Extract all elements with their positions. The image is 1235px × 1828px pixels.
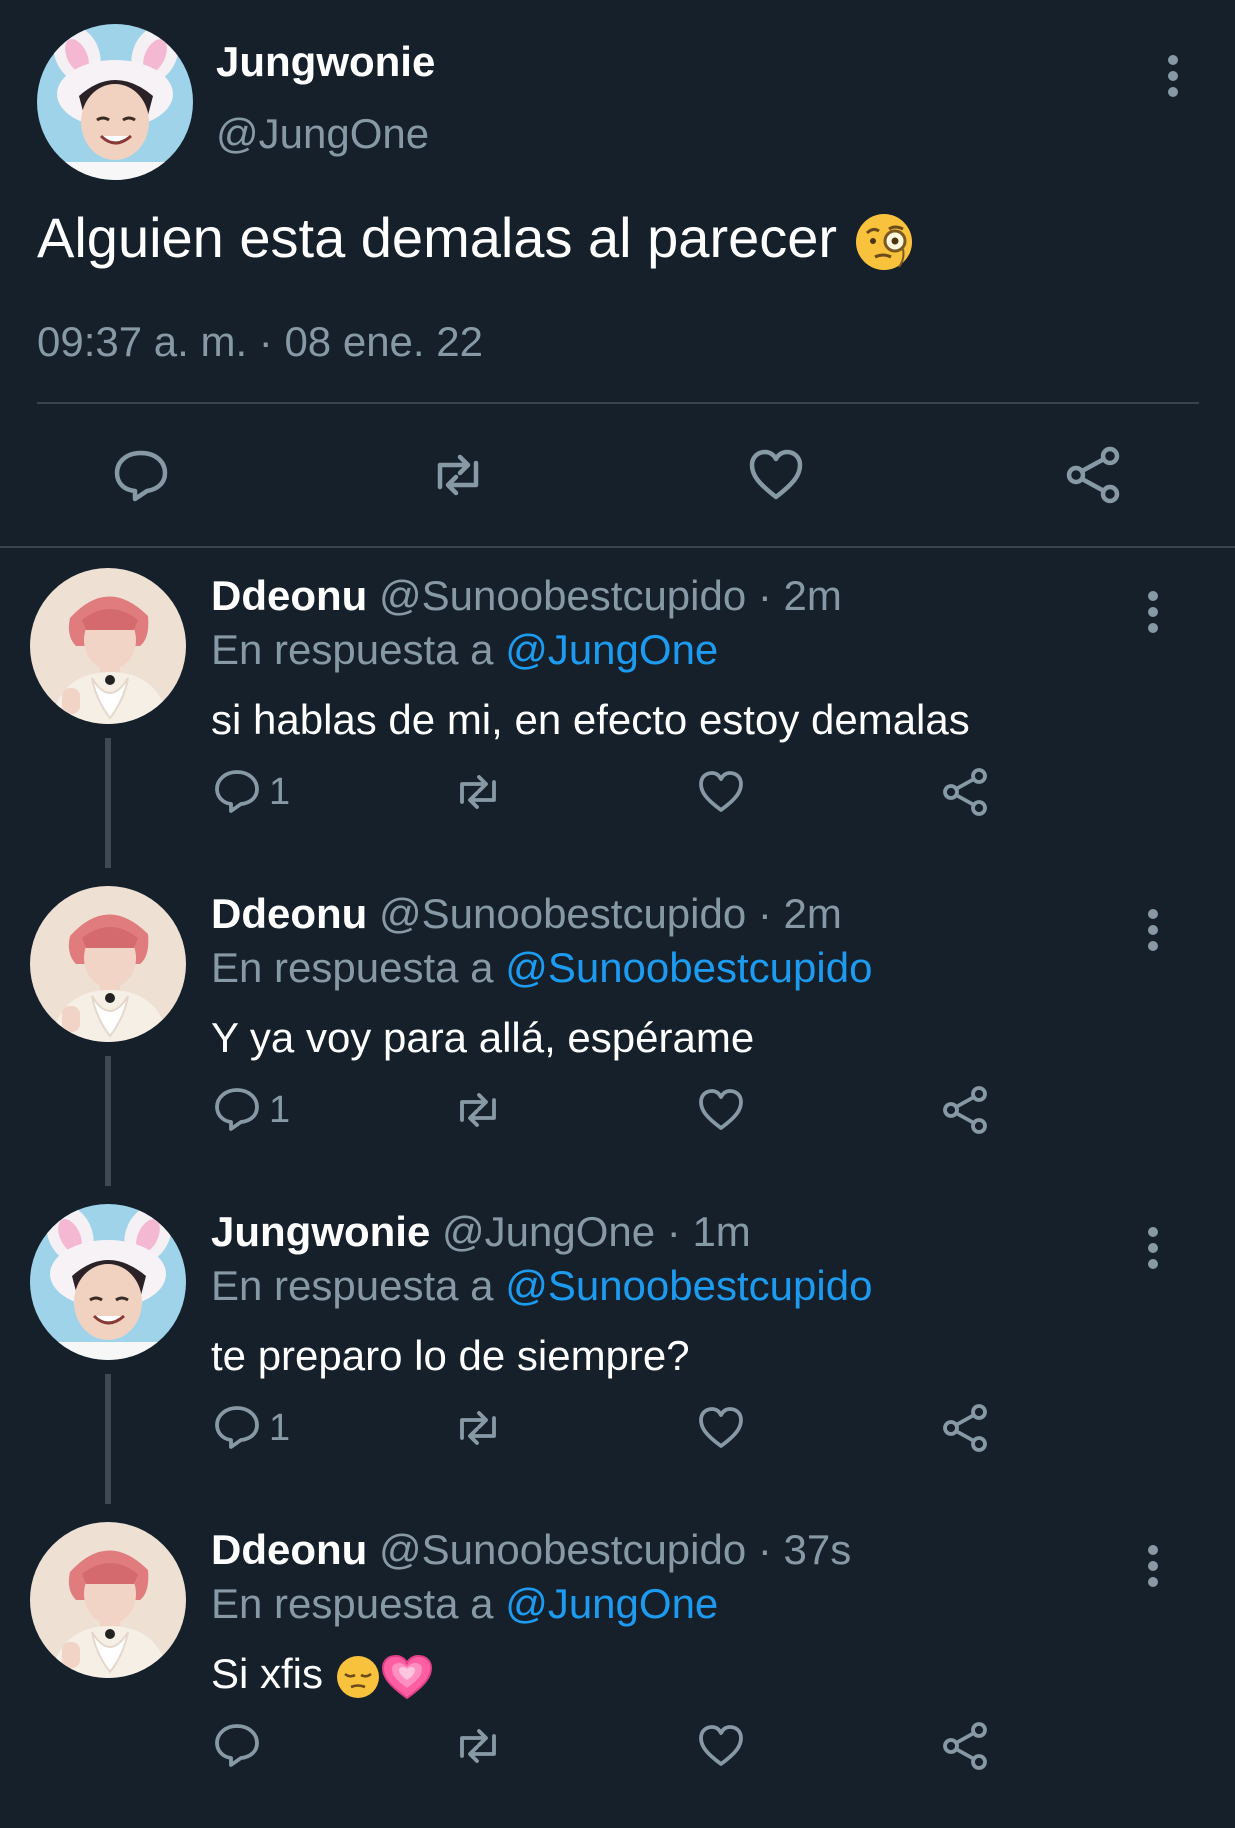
mention-link[interactable]: @Sunoobestcupido [505, 1262, 872, 1309]
more-options-icon[interactable] [1158, 54, 1188, 98]
author-handle[interactable]: @JungOne [442, 1208, 655, 1255]
mention-link[interactable]: @Sunoobestcupido [505, 944, 872, 991]
author-name[interactable]: Ddeonu [211, 572, 367, 619]
replying-to: En respuesta a @Sunoobestcupido [211, 944, 872, 992]
more-options-icon[interactable] [1138, 908, 1168, 952]
replying-to-label: En respuesta a [211, 1580, 494, 1627]
replying-to-label: En respuesta a [211, 944, 494, 991]
reply-icon[interactable] [211, 1718, 263, 1774]
reply-time: · 2m [757, 572, 842, 619]
share-icon[interactable] [940, 1718, 992, 1774]
reply-text: si hablas de mi, en efecto estoy demalas [211, 696, 970, 743]
tweet-text-body: Alguien esta demalas al parecer [37, 206, 838, 269]
replying-to: En respuesta a @JungOne [211, 626, 718, 674]
reply-count: 1 [269, 1088, 291, 1131]
avatar[interactable] [30, 886, 186, 1042]
reply-header: Ddeonu @Sunoobestcupido · 2m [211, 890, 842, 938]
author-name[interactable]: Ddeonu [211, 1526, 367, 1573]
reply-button[interactable]: 1 [211, 1400, 290, 1456]
retweet-icon[interactable] [452, 1082, 504, 1138]
retweet-icon[interactable] [452, 764, 504, 820]
author-handle[interactable]: @Sunoobestcupido [379, 890, 746, 937]
reply-time: · 37s [757, 1526, 852, 1573]
like-icon[interactable] [695, 1400, 747, 1456]
like-icon[interactable] [695, 764, 747, 820]
share-icon[interactable] [940, 1400, 992, 1456]
tweet-timestamp: 09:37 a. m. · 08 ene. 22 [37, 318, 483, 365]
retweet-icon[interactable] [452, 1718, 504, 1774]
like-icon[interactable] [695, 1718, 747, 1774]
tweet-action-bar [0, 443, 1235, 507]
share-icon[interactable] [940, 1082, 992, 1138]
divider [0, 546, 1235, 548]
reply-time: · 2m [757, 890, 842, 937]
replying-to: En respuesta a @JungOne [211, 1580, 718, 1628]
avatar[interactable] [30, 1522, 186, 1678]
reply-tweet[interactable]: Ddeonu @Sunoobestcupido · 37s En respues… [0, 1510, 1235, 1828]
reply-tweet[interactable]: Jungwonie @JungOne · 1m En respuesta a @… [0, 1192, 1235, 1510]
mention-link[interactable]: @JungOne [505, 1580, 718, 1627]
more-options-icon[interactable] [1138, 1226, 1168, 1270]
mention-link[interactable]: @JungOne [505, 626, 718, 673]
reply-time: · 1m [666, 1208, 751, 1255]
retweet-icon[interactable] [426, 443, 490, 507]
divider [37, 402, 1199, 404]
reply-header: Jungwonie @JungOne · 1m [211, 1208, 751, 1256]
reply-tweet[interactable]: Ddeonu @Sunoobestcupido · 2m En respuest… [0, 556, 1235, 874]
share-icon[interactable] [940, 764, 992, 820]
like-icon[interactable] [695, 1082, 747, 1138]
replying-to-label: En respuesta a [211, 1262, 494, 1309]
reply-button[interactable]: 1 [211, 1082, 290, 1138]
reply-text: Y ya voy para allá, espérame [211, 1014, 755, 1061]
monocle-face-emoji [853, 211, 915, 273]
tweet-text: Alguien esta demalas al parecer [37, 205, 915, 273]
reply-icon [215, 1088, 259, 1131]
reply-count: 1 [269, 1406, 291, 1449]
reply-text-body: Si xfis [211, 1650, 324, 1697]
author-handle[interactable]: @JungOne [216, 110, 429, 158]
more-options-icon[interactable] [1138, 1544, 1168, 1588]
pensive-face-emoji [335, 1654, 381, 1700]
replying-to-label: En respuesta a [211, 626, 494, 673]
reply-button[interactable]: 1 [211, 764, 290, 820]
author-name[interactable]: Jungwonie [211, 1208, 430, 1255]
avatar[interactable] [30, 1204, 186, 1360]
avatar[interactable] [37, 24, 193, 180]
retweet-icon[interactable] [452, 1400, 504, 1456]
reply-count: 1 [269, 770, 291, 813]
replying-to: En respuesta a @Sunoobestcupido [211, 1262, 872, 1310]
reply-icon [215, 770, 259, 813]
author-handle[interactable]: @Sunoobestcupido [379, 572, 746, 619]
growing-heart-emoji [381, 1654, 433, 1700]
reply-header: Ddeonu @Sunoobestcupido · 2m [211, 572, 842, 620]
reply-icon[interactable] [109, 443, 173, 507]
like-icon[interactable] [744, 443, 808, 507]
more-options-icon[interactable] [1138, 590, 1168, 634]
reply-text: te preparo lo de siempre? [211, 1332, 690, 1379]
author-handle[interactable]: @Sunoobestcupido [379, 1526, 746, 1573]
reply-text: Si xfis [211, 1650, 433, 1700]
author-name[interactable]: Ddeonu [211, 890, 367, 937]
reply-icon [215, 1406, 259, 1449]
avatar[interactable] [30, 568, 186, 724]
reply-header: Ddeonu @Sunoobestcupido · 37s [211, 1526, 851, 1574]
share-icon[interactable] [1062, 443, 1126, 507]
author-name[interactable]: Jungwonie [216, 38, 435, 86]
reply-tweet[interactable]: Ddeonu @Sunoobestcupido · 2m En respuest… [0, 874, 1235, 1192]
